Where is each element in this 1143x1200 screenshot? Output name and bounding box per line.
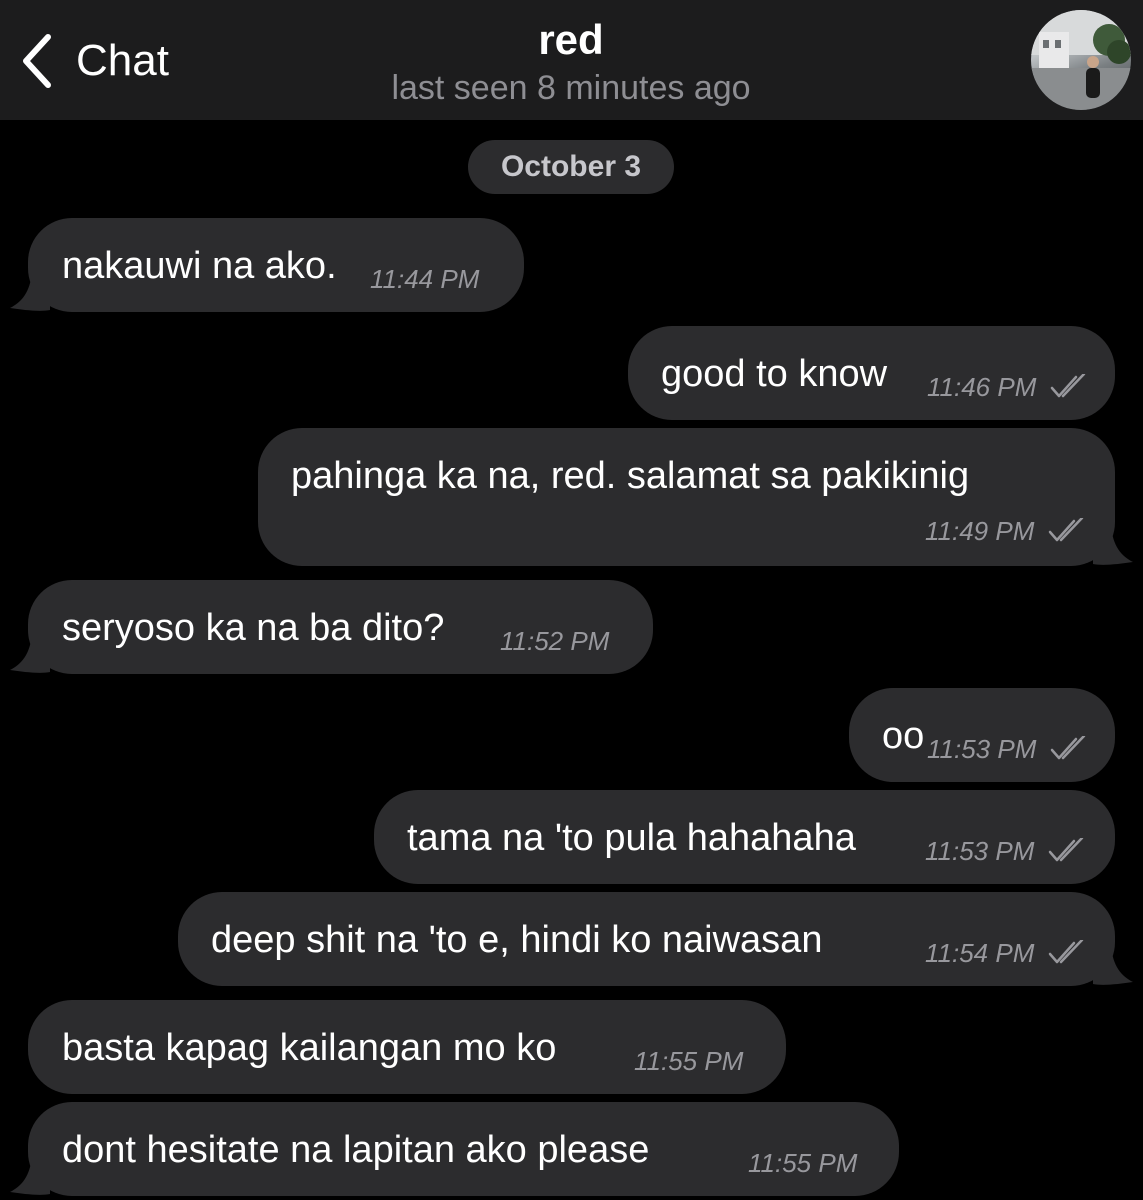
message-text: nakauwi na ako. xyxy=(62,245,337,287)
chat-header: Chat red last seen 8 minutes ago xyxy=(0,0,1143,120)
double-check-icon xyxy=(1050,374,1086,398)
message-time: 11:44 PM xyxy=(370,264,480,294)
message-text: pahinga ka na, red. salamat sa pakikinig xyxy=(291,455,970,497)
contact-info[interactable]: red last seen 8 minutes ago xyxy=(271,14,871,110)
message-text: tama na 'to pula hahahaha xyxy=(407,817,856,859)
message-text: seryoso ka na ba dito? xyxy=(62,607,445,649)
message-time: 11:53 PM xyxy=(925,836,1035,866)
outgoing-message[interactable]: deep shit na 'to e, hindi ko naiwasan 11:… xyxy=(178,892,1115,986)
date-divider: October 3 xyxy=(468,140,674,194)
avatar[interactable] xyxy=(1031,10,1131,110)
message-time: 11:54 PM xyxy=(925,938,1035,968)
outgoing-message[interactable]: good to know 11:46 PM xyxy=(628,326,1115,420)
message-time: 11:46 PM xyxy=(927,372,1037,402)
incoming-message[interactable]: basta kapag kailangan mo ko 11:55 PM xyxy=(28,1000,786,1094)
double-check-icon xyxy=(1048,838,1084,862)
last-seen-status: last seen 8 minutes ago xyxy=(391,69,751,107)
double-check-icon xyxy=(1050,736,1086,760)
back-button[interactable]: Chat xyxy=(18,26,218,96)
bubble-tail xyxy=(10,272,50,311)
incoming-message[interactable]: dont hesitate na lapitan ako please 11:55… xyxy=(28,1102,899,1196)
incoming-message[interactable]: seryoso ka na ba dito? 11:52 PM xyxy=(28,580,653,674)
bubble-tail xyxy=(10,634,50,673)
message-text: deep shit na 'to e, hindi ko naiwasan xyxy=(211,919,823,961)
message-text: dont hesitate na lapitan ako please xyxy=(62,1129,650,1171)
contact-name: red xyxy=(538,16,604,63)
message-time: 11:53 PM xyxy=(927,734,1037,764)
double-check-icon xyxy=(1048,940,1084,964)
message-time: 11:55 PM xyxy=(634,1046,744,1076)
message-text: basta kapag kailangan mo ko xyxy=(62,1027,557,1069)
chevron-left-icon xyxy=(23,34,51,88)
outgoing-message[interactable]: tama na 'to pula hahahaha 11:53 PM xyxy=(374,790,1115,884)
outgoing-message[interactable]: oo 11:53 PM xyxy=(849,688,1115,782)
message-time: 11:55 PM xyxy=(748,1148,858,1178)
bubble-tail xyxy=(1093,526,1133,565)
back-label: Chat xyxy=(76,36,169,85)
message-text: oo xyxy=(882,715,925,757)
outgoing-message[interactable]: pahinga ka na, red. salamat sa pakikinig… xyxy=(258,428,1115,566)
message-time: 11:49 PM xyxy=(925,516,1035,546)
double-check-icon xyxy=(1048,518,1084,542)
avatar-photo xyxy=(1031,10,1131,110)
bubble-tail xyxy=(10,1156,50,1195)
bubble-tail xyxy=(1093,946,1133,985)
message-time: 11:52 PM xyxy=(500,626,610,656)
message-text: good to know xyxy=(661,353,888,395)
incoming-message[interactable]: nakauwi na ako. 11:44 PM xyxy=(28,218,524,312)
